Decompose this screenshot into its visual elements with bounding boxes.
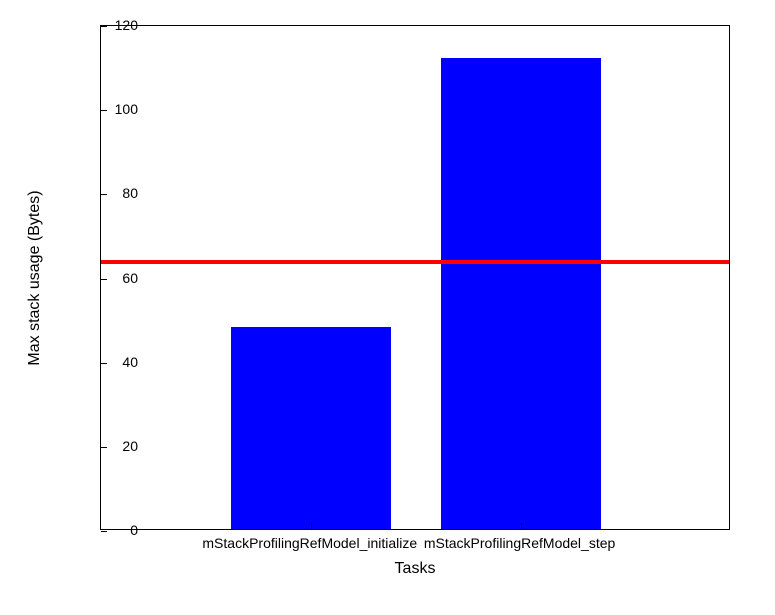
y-tick-mark xyxy=(101,194,107,195)
y-tick-mark xyxy=(101,279,107,280)
y-tick-mark xyxy=(101,447,107,448)
y-tick-label: 100 xyxy=(115,101,138,117)
plot-area xyxy=(100,25,730,530)
y-tick-label: 0 xyxy=(130,522,138,538)
y-tick-label: 20 xyxy=(122,438,138,454)
x-axis-label: Tasks xyxy=(395,560,436,578)
y-tick-label: 120 xyxy=(115,17,138,33)
x-tick-label: mStackProfilingRefModel_initialize xyxy=(202,535,417,551)
y-axis-label: Max stack usage (Bytes) xyxy=(26,190,44,365)
x-tick-mark xyxy=(521,523,522,529)
bar xyxy=(441,58,601,529)
reference-line xyxy=(101,260,729,264)
y-tick-mark xyxy=(101,531,107,532)
y-tick-mark xyxy=(101,363,107,364)
x-tick-mark xyxy=(311,523,312,529)
chart-container: 0 20 40 60 80 100 120 mStackProfilingRefModel_… xyxy=(0,0,775,615)
y-tick-label: 80 xyxy=(122,185,138,201)
y-tick-mark xyxy=(101,110,107,111)
y-tick-mark xyxy=(101,26,107,27)
bar xyxy=(231,327,391,529)
y-tick-label: 60 xyxy=(122,270,138,286)
x-tick-label: mStackProfilingRefModel_step xyxy=(424,535,615,551)
y-tick-label: 40 xyxy=(122,354,138,370)
